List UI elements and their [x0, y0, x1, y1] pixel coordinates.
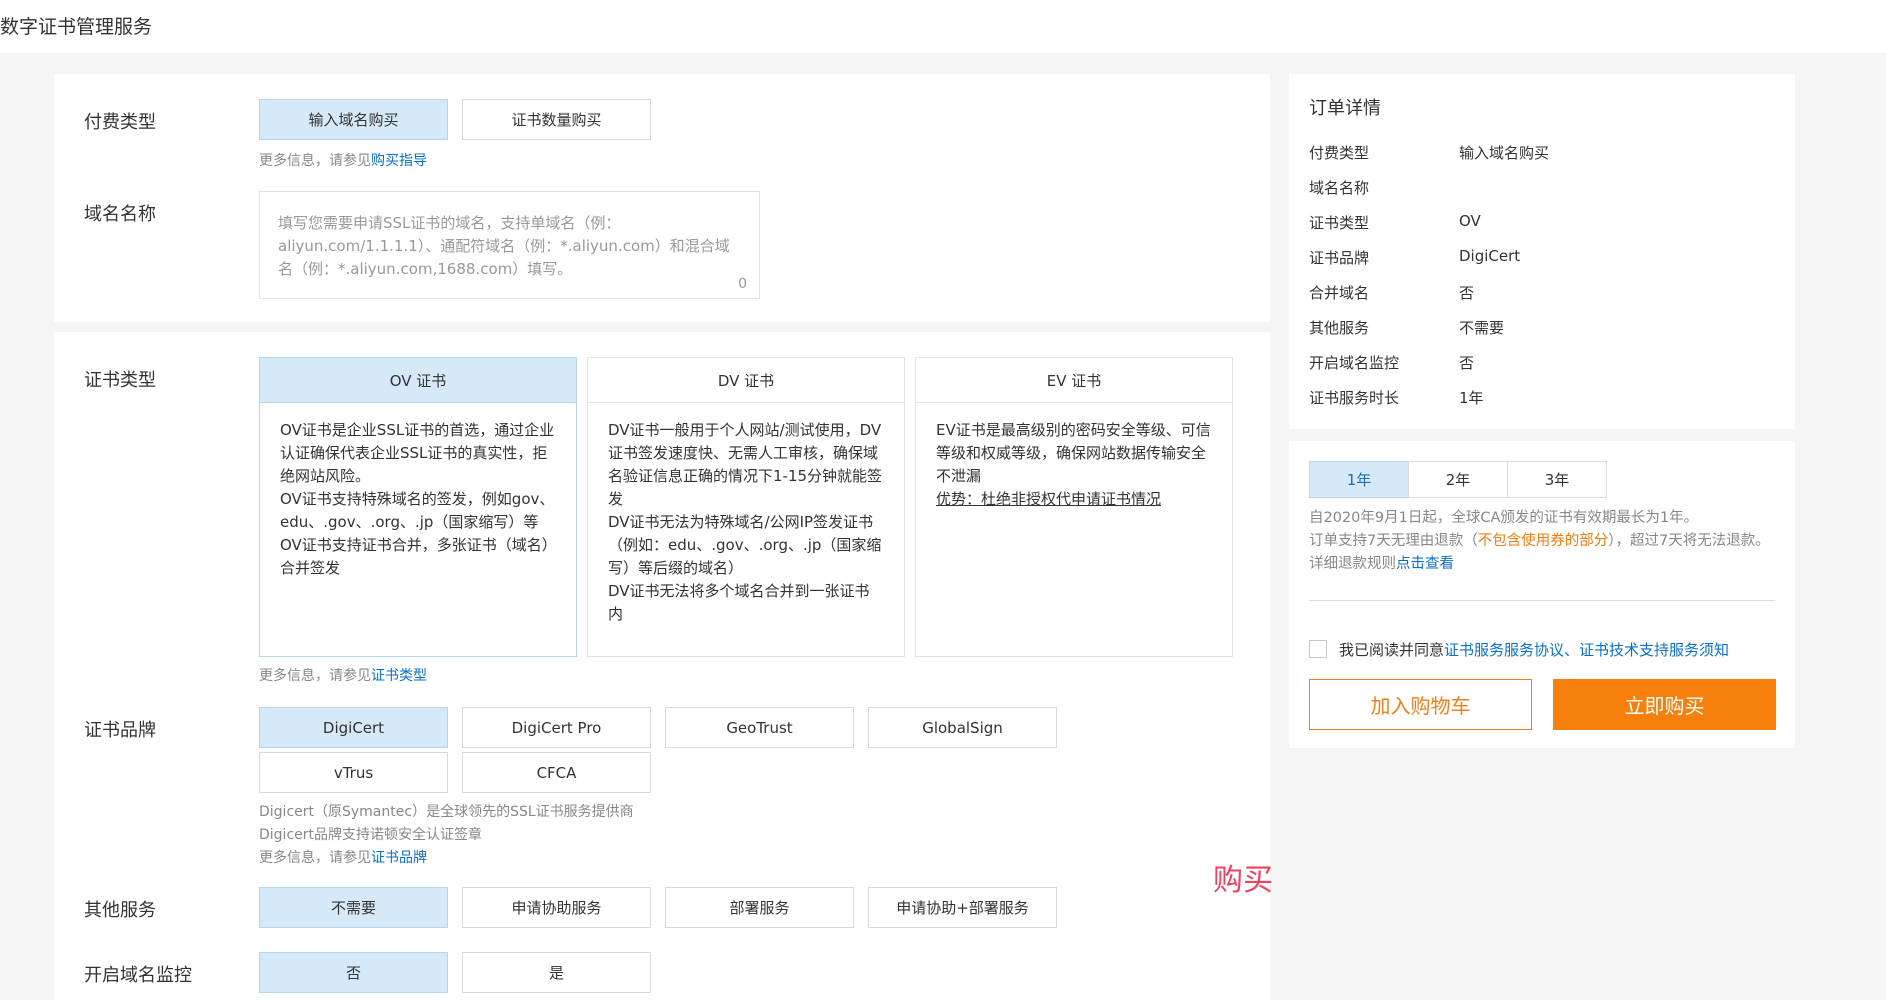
add-to-cart-button[interactable]: 加入购物车: [1309, 679, 1532, 730]
cert-card-ev[interactable]: EV 证书 EV证书是最高级别的密码安全等级、可信等级和权威等级，确保网站数据传…: [915, 357, 1233, 657]
cert-type-link[interactable]: 证书类型: [371, 668, 427, 684]
brand-hint: 更多信息，请参见证书品牌: [259, 850, 427, 866]
domain-char-count: 0: [738, 276, 747, 292]
brand-option-globalsign[interactable]: GlobalSign: [868, 707, 1057, 748]
duration-option-2y[interactable]: 2年: [1408, 461, 1508, 498]
cert-card-ov[interactable]: OV 证书 OV证书是企业SSL证书的首选，通过企业认证确保代表企业SSL证书的…: [259, 357, 577, 657]
duration-option-1y[interactable]: 1年: [1309, 461, 1409, 498]
cert-card-ov-title: OV 证书: [260, 358, 576, 403]
payment-type-label: 付费类型: [84, 112, 156, 133]
duration-option-3y[interactable]: 3年: [1507, 461, 1607, 498]
domain-name-label: 域名名称: [84, 204, 156, 225]
cert-options-card: 证书类型 OV 证书 OV证书是企业SSL证书的首选，通过企业认证确保代表企业S…: [54, 332, 1270, 1000]
domain-monitor-label: 开启域名监控: [84, 965, 192, 986]
purchase-card: 1年 2年 3年 自2020年9月1日起，全球CA颁发的证书有效期最长为1年。 …: [1289, 441, 1795, 748]
cert-type-label: 证书类型: [84, 370, 156, 391]
cert-card-dv[interactable]: DV 证书 DV证书一般用于个人网站/测试使用，DV证书签发速度快、无需人工审核…: [587, 357, 905, 657]
brand-option-geotrust[interactable]: GeoTrust: [665, 707, 854, 748]
cert-card-ev-desc: EV证书是最高级别的密码安全等级、可信等级和权威等级，确保网站数据传输安全不泄漏…: [916, 403, 1232, 511]
monitor-option-no[interactable]: 否: [259, 952, 448, 993]
service-agreement-link[interactable]: 证书服务服务协议: [1444, 641, 1564, 659]
page-title: 数字证书管理服务: [0, 16, 153, 38]
order-details-card: 订单详情 付费类型 输入域名购买 域名名称 证书类型 OV 证书品牌 DigiCert…: [1289, 74, 1795, 429]
brand-desc-1: Digicert（原Symantec）是全球领先的SSL证书服务提供商: [259, 804, 634, 820]
top-bar: 数字证书管理服务: [0, 0, 1886, 53]
service-option-assist-deploy[interactable]: 申请协助+部署服务: [868, 887, 1057, 928]
buy-annotation: 购买: [1213, 863, 1273, 898]
refund-rules-link[interactable]: 点击查看: [1396, 556, 1454, 572]
service-option-deploy[interactable]: 部署服务: [665, 887, 854, 928]
cert-card-dv-title: DV 证书: [588, 358, 904, 403]
cert-brand-link[interactable]: 证书品牌: [371, 850, 427, 866]
monitor-option-yes[interactable]: 是: [462, 952, 651, 993]
service-option-none[interactable]: 不需要: [259, 887, 448, 928]
buy-now-button[interactable]: 立即购买: [1553, 679, 1776, 730]
brand-option-digicert-pro[interactable]: DigiCert Pro: [462, 707, 651, 748]
other-service-label: 其他服务: [84, 900, 156, 921]
ev-advantage-text: 优势：杜绝非授权代申请证书情况: [936, 490, 1162, 508]
brand-option-cfca[interactable]: CFCA: [462, 752, 651, 793]
payment-hint: 更多信息，请参见购买指导: [259, 153, 427, 169]
service-option-assist[interactable]: 申请协助服务: [462, 887, 651, 928]
brand-desc-2: Digicert品牌支持诺顿安全认证签章: [259, 827, 483, 843]
domain-input-placeholder: 填写您需要申请SSL证书的域名，支持单域名（例：aliyun.com/1.1.1…: [278, 214, 730, 278]
order-details-title: 订单详情: [1309, 98, 1381, 119]
cert-card-ov-desc: OV证书是企业SSL证书的首选，通过企业认证确保代表企业SSL证书的真实性，拒绝…: [280, 421, 555, 577]
duration-note: 自2020年9月1日起，全球CA颁发的证书有效期最长为1年。 订单支持7天无理由…: [1309, 510, 1770, 572]
agreement-text: 我已阅读并同意证书服务服务协议、证书技术支持服务须知: [1339, 641, 1730, 659]
agree-checkbox[interactable]: [1309, 640, 1327, 658]
purchase-guide-link[interactable]: 购买指导: [371, 153, 427, 169]
payment-option-quantity[interactable]: 证书数量购买: [462, 99, 651, 140]
payment-domain-card: 付费类型 输入域名购买 证书数量购买 更多信息，请参见购买指导 域名名称 填写您…: [54, 74, 1270, 322]
divider: [1309, 600, 1775, 601]
cert-card-ev-title: EV 证书: [916, 358, 1232, 403]
support-notice-link[interactable]: 证书技术支持服务须知: [1579, 641, 1729, 659]
brand-option-digicert[interactable]: DigiCert: [259, 707, 448, 748]
cert-type-hint: 更多信息，请参见证书类型: [259, 668, 427, 684]
cert-card-dv-desc: DV证书一般用于个人网站/测试使用，DV证书签发速度快、无需人工审核，确保域名验…: [608, 421, 883, 623]
payment-option-domain[interactable]: 输入域名购买: [259, 99, 448, 140]
cert-brand-label: 证书品牌: [84, 720, 156, 741]
domain-input[interactable]: 填写您需要申请SSL证书的域名，支持单域名（例：aliyun.com/1.1.1…: [259, 191, 760, 299]
coupon-warning: 不包含使用券的部分: [1477, 533, 1609, 549]
brand-option-vtrus[interactable]: vTrus: [259, 752, 448, 793]
